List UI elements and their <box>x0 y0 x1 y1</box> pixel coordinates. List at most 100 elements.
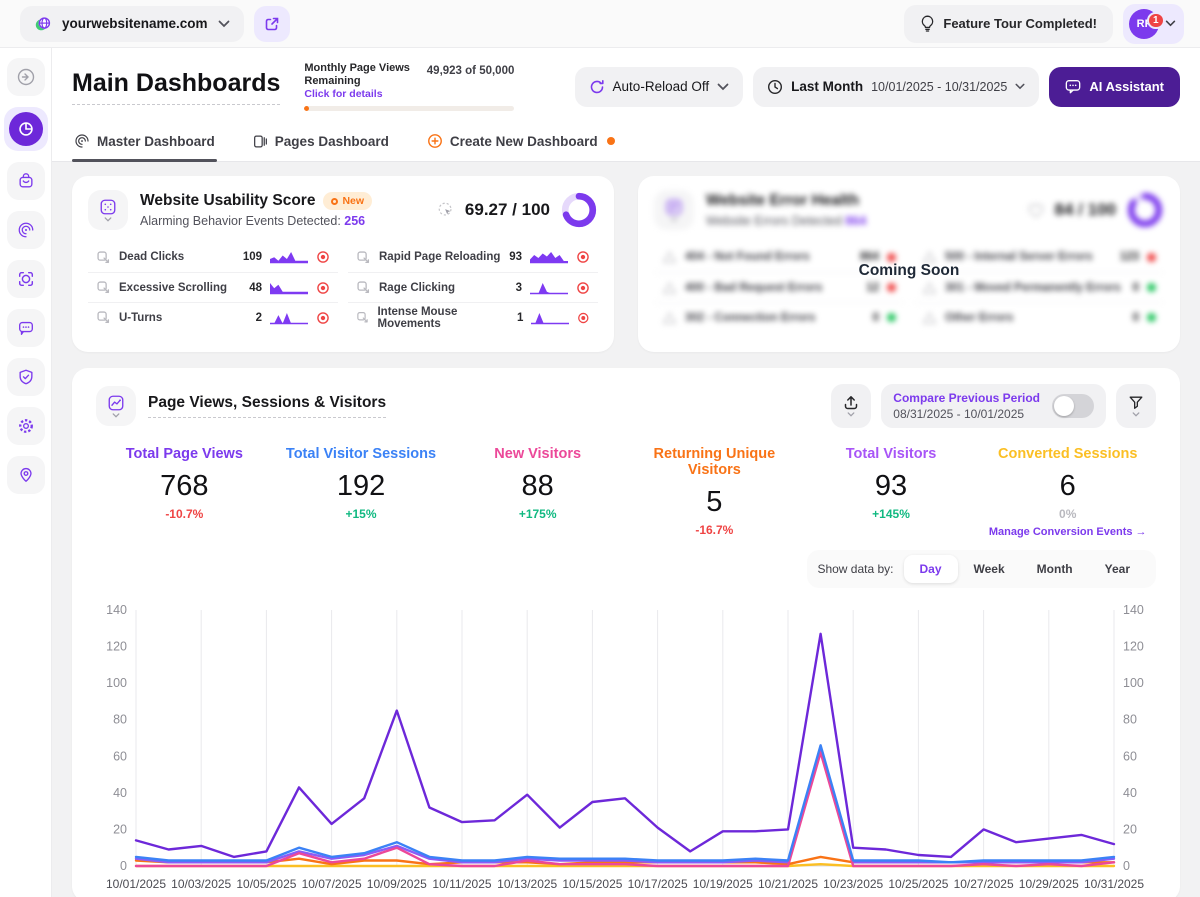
line-chart[interactable]: 0 0 20 20 40 40 60 60 80 80 100 100 120 120 140 140 10/0… <box>96 594 1156 896</box>
stat-column: New Visitors 88 +175% <box>449 446 626 538</box>
ai-assistant-button[interactable]: AI Assistant <box>1049 66 1180 107</box>
status-dot <box>887 252 896 262</box>
series-total-visitor-sessions <box>134 744 1116 864</box>
notification-dot <box>606 137 615 146</box>
chevron-down-icon <box>847 412 855 418</box>
status-dot <box>887 313 896 323</box>
sidebar <box>0 48 52 897</box>
sidebar-item-feedback[interactable] <box>6 309 45 347</box>
swirl-icon <box>18 222 33 238</box>
error-health-card: Website Error Health Website Errors Dete… <box>638 176 1180 353</box>
chevron-down-icon <box>717 83 729 90</box>
usability-metric-row[interactable]: U-Turns 2 <box>88 302 338 332</box>
usability-metric-row[interactable]: Rage Clicking 3 <box>348 272 598 302</box>
quota-label: Monthly Page Views Remaining <box>304 62 410 88</box>
coming-soon-label: Coming Soon <box>858 262 960 280</box>
feature-tour-button[interactable]: Feature Tour Completed! <box>904 4 1113 43</box>
warning-triangle-icon <box>922 312 937 324</box>
panel-icon-tile[interactable] <box>96 386 136 427</box>
svg-text:140: 140 <box>1123 603 1144 617</box>
filter-button[interactable] <box>1116 384 1156 429</box>
date-range-picker[interactable]: Last Month 10/01/2025 - 10/31/2025 <box>753 66 1040 107</box>
collapse-icon <box>17 68 34 86</box>
sidebar-item-locations[interactable] <box>6 456 45 494</box>
error-gauge <box>1127 193 1163 228</box>
svg-text:10/03/2025: 10/03/2025 <box>171 877 231 891</box>
globe-icon <box>35 16 51 30</box>
stat-value: 93 <box>874 470 908 503</box>
tab-master-dashboard[interactable]: Master Dashboard <box>72 127 217 163</box>
auto-reload-label: Auto-Reload Off <box>612 79 710 95</box>
tag-icon <box>357 312 368 323</box>
svg-text:0: 0 <box>120 859 127 873</box>
tab-label: Pages Dashboard <box>274 134 389 150</box>
record-icon <box>577 251 589 264</box>
usability-card-icon-tile[interactable] <box>88 190 128 231</box>
svg-text:60: 60 <box>113 750 127 764</box>
sidebar-item-dashboards[interactable] <box>3 107 48 151</box>
granularity-year[interactable]: Year <box>1089 555 1146 583</box>
usability-metric-row[interactable]: Excessive Scrolling 48 <box>88 272 338 302</box>
stat-delta: -16.7% <box>695 523 734 538</box>
usability-metric-row[interactable]: Rapid Page Reloading 93 <box>348 242 598 272</box>
granularity-control: Show data by: Day Week Month Year <box>807 550 1156 589</box>
dashboard-tabs: Master Dashboard Pages Dashboard Create … <box>52 117 1200 163</box>
granularity-day[interactable]: Day <box>903 555 958 584</box>
svg-text:10/17/2025: 10/17/2025 <box>628 877 688 891</box>
stat-column: Total Page Views 768 -10.7% <box>96 446 273 538</box>
new-badge: New <box>323 192 373 211</box>
lightbulb-icon <box>922 15 934 32</box>
quota-details-link[interactable]: Click for details <box>304 88 420 100</box>
sidebar-item-focus[interactable] <box>6 260 45 298</box>
tab-pages-dashboard[interactable]: Pages Dashboard <box>251 128 391 161</box>
stat-column: Returning Unique Visitors 5 -16.7% <box>626 446 803 538</box>
record-icon <box>578 312 589 324</box>
svg-text:40: 40 <box>1123 786 1137 800</box>
sidebar-item-recordings[interactable] <box>6 211 45 249</box>
website-selector[interactable]: yourwebsitename.com <box>20 5 244 42</box>
error-row: Other Errors 0 <box>914 302 1164 332</box>
status-dot <box>1147 283 1156 293</box>
chevron-down-icon <box>670 217 678 223</box>
compare-previous-period: Compare Previous Period 08/31/2025 - 10/… <box>881 384 1106 429</box>
stat-value: 768 <box>160 470 209 503</box>
usability-score-card: Website Usability Score New Alarming Beh… <box>72 176 614 353</box>
compare-label: Compare Previous Period <box>893 391 1040 406</box>
cursor-score-icon <box>438 203 452 216</box>
open-website-button[interactable] <box>253 5 290 42</box>
sidebar-collapse-button[interactable] <box>6 58 45 96</box>
tab-create-new-dashboard[interactable]: Create New Dashboard <box>425 127 617 161</box>
stat-label: Returning Unique Visitors <box>653 446 776 479</box>
stat-delta: 0% <box>1059 507 1077 522</box>
quota-widget: Monthly Page Views Remaining Click for d… <box>304 62 515 112</box>
period-label: Last Month <box>791 79 864 95</box>
gear-icon <box>18 419 33 433</box>
stat-label: Converted Sessions <box>997 446 1138 463</box>
error-card-icon-tile[interactable] <box>654 190 694 231</box>
user-menu[interactable]: RF 1 <box>1123 3 1184 44</box>
compare-toggle[interactable] <box>1052 394 1094 419</box>
stat-delta: +175% <box>518 507 557 522</box>
svg-text:100: 100 <box>106 677 127 691</box>
export-button[interactable] <box>831 384 872 429</box>
granularity-week[interactable]: Week <box>958 555 1021 583</box>
chevron-down-icon <box>104 217 112 223</box>
sidebar-item-store[interactable] <box>6 162 45 200</box>
chevron-down-icon <box>112 413 120 419</box>
manage-conversion-events-link[interactable]: Manage Conversion Events → <box>979 526 1156 538</box>
usability-metric-row[interactable]: Intense Mouse Movements 1 <box>348 302 598 332</box>
refresh-icon <box>590 79 604 93</box>
chat-icon <box>1066 80 1081 94</box>
chat-feedback-icon <box>18 321 33 335</box>
sidebar-item-settings[interactable] <box>6 407 45 445</box>
auto-reload-dropdown[interactable]: Auto-Reload Off <box>574 66 744 107</box>
usability-metric-row[interactable]: Dead Clicks 109 <box>88 242 338 272</box>
stat-value: 88 <box>521 470 554 503</box>
status-dot <box>887 283 896 293</box>
stat-value: 192 <box>336 470 386 503</box>
location-pin-icon <box>19 468 32 482</box>
sidebar-item-security[interactable] <box>6 358 45 396</box>
record-icon <box>317 282 329 294</box>
shield-check-icon <box>18 369 33 385</box>
granularity-month[interactable]: Month <box>1021 555 1089 583</box>
